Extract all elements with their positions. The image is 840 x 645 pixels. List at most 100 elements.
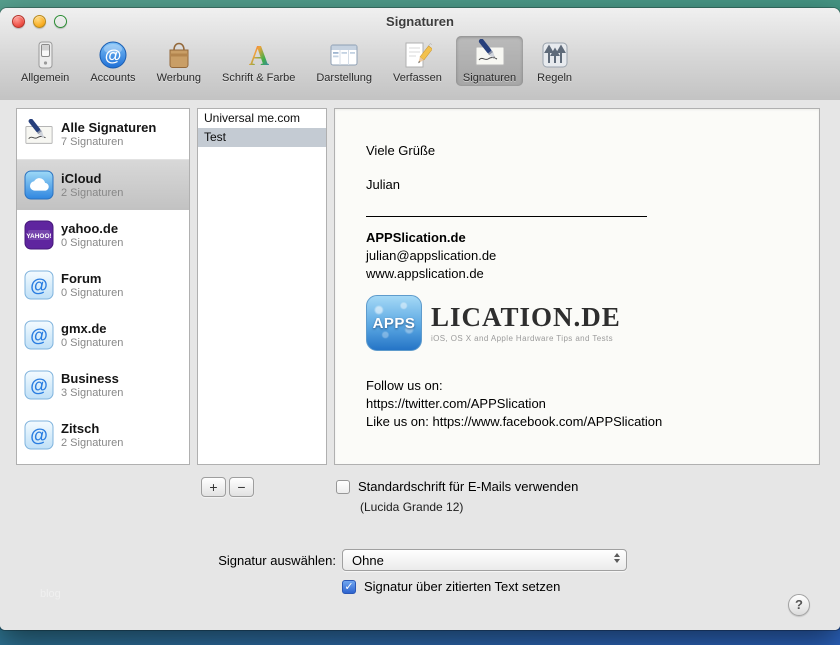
zoom-button[interactable]	[54, 15, 67, 28]
default-font-checkbox[interactable]	[336, 480, 350, 494]
viewer-window-icon	[328, 39, 360, 71]
toolbar-item-darstellung[interactable]: Darstellung	[309, 36, 379, 86]
account-count: 0 Signaturen	[61, 337, 123, 350]
account-name: yahoo.de	[61, 221, 123, 237]
signatures-list: Universal me.com Test	[197, 108, 327, 465]
quote-checkbox-label: Signatur über zitierten Text setzen	[364, 579, 560, 594]
toolbar-item-label: Werbung	[157, 72, 201, 84]
window-controls	[12, 15, 67, 28]
preview-name: Julian	[366, 176, 801, 194]
preview-follow: Follow us on:	[366, 377, 801, 395]
toolbar-item-schrift-farbe[interactable]: A Schrift & Farbe	[215, 36, 302, 86]
at-account-icon: @	[24, 320, 54, 350]
window-title: Signaturen	[0, 8, 840, 35]
watermark-text: blog	[40, 588, 61, 600]
help-button[interactable]: ?	[788, 594, 810, 616]
svg-text:A: A	[249, 41, 270, 70]
toolbar-item-label: Regeln	[537, 72, 572, 84]
toolbar-item-label: Schrift & Farbe	[222, 72, 295, 84]
fonts-colors-icon: A	[243, 39, 275, 71]
accounts-at-icon: @	[97, 39, 129, 71]
quote-checkbox[interactable]: ✓	[342, 580, 356, 594]
signature-divider	[366, 216, 647, 217]
general-switch-icon	[29, 39, 61, 71]
toolbar-item-allgemein[interactable]: Allgemein	[14, 36, 76, 86]
account-count: 2 Signaturen	[61, 187, 123, 200]
all-signatures-pen-icon	[24, 119, 54, 149]
preview-greeting: Viele Grüße	[366, 142, 801, 160]
at-account-icon: @	[24, 370, 54, 400]
toolbar-item-label: Accounts	[90, 72, 135, 84]
appslication-logo: APPS LICATION.DE iOS, OS X and Apple Har…	[366, 295, 801, 351]
toolbar-item-werbung[interactable]: Werbung	[150, 36, 208, 86]
toolbar-item-verfassen[interactable]: Verfassen	[386, 36, 449, 86]
svg-text:@: @	[30, 376, 48, 396]
yahoo-icon: YAHOO!	[24, 220, 54, 250]
toolbar-item-regeln[interactable]: Regeln	[530, 36, 579, 86]
account-name: iCloud	[61, 171, 123, 187]
account-name: Zitsch	[61, 421, 123, 437]
junk-bag-icon	[163, 39, 195, 71]
account-row-zitsch[interactable]: @ Zitsch 2 Signaturen	[17, 410, 189, 460]
rules-icon	[539, 39, 571, 71]
mail-preferences-window: Signaturen Allgemein	[0, 8, 840, 630]
window-chrome: Signaturen Allgemein	[0, 8, 840, 101]
remove-signature-button[interactable]: −	[229, 477, 254, 497]
preferences-content: Alle Signaturen 7 Signaturen iCloud 2 Si…	[0, 100, 840, 630]
toolbar-item-label: Darstellung	[316, 72, 372, 84]
signature-pen-icon	[474, 39, 506, 71]
account-count: 7 Signaturen	[61, 136, 156, 149]
signature-item-test[interactable]: Test	[198, 128, 326, 147]
toolbar-item-label: Verfassen	[393, 72, 442, 84]
logo-wordmark: LICATION.DE	[431, 303, 621, 331]
preview-company: APPSlication.de	[366, 229, 801, 247]
icloud-icon	[24, 170, 54, 200]
logo-tagline: iOS, OS X and Apple Hardware Tips and Te…	[431, 334, 621, 343]
minimize-button[interactable]	[33, 15, 46, 28]
svg-text:YAHOO!: YAHOO!	[26, 233, 51, 240]
account-row-business[interactable]: @ Business 3 Signaturen	[17, 360, 189, 410]
account-count: 0 Signaturen	[61, 237, 123, 250]
account-count: 0 Signaturen	[61, 287, 123, 300]
toolbar-item-label: Allgemein	[21, 72, 69, 84]
add-signature-button[interactable]: +	[201, 477, 226, 497]
close-button[interactable]	[12, 15, 25, 28]
account-row-alle-signaturen[interactable]: Alle Signaturen 7 Signaturen	[17, 109, 189, 160]
account-row-icloud[interactable]: iCloud 2 Signaturen	[17, 160, 189, 210]
preview-facebook-link: Like us on: https://www.facebook.com/APP…	[366, 413, 801, 431]
svg-text:@: @	[30, 426, 48, 446]
compose-pencil-icon	[401, 39, 433, 71]
dropdown-value: Ohne	[352, 553, 384, 568]
svg-text:@: @	[30, 326, 48, 346]
accounts-list: Alle Signaturen 7 Signaturen iCloud 2 Si…	[16, 108, 190, 465]
default-font-checkbox-row[interactable]: Standardschrift für E-Mails verwenden	[336, 479, 578, 494]
account-name: Business	[61, 371, 123, 387]
account-row-gmx[interactable]: @ gmx.de 0 Signaturen	[17, 310, 189, 360]
account-name: Alle Signaturen	[61, 120, 156, 136]
dropdown-arrows-icon	[614, 553, 620, 563]
account-row-forum[interactable]: @ Forum 0 Signaturen	[17, 260, 189, 310]
account-row-yahoo[interactable]: YAHOO! yahoo.de 0 Signaturen	[17, 210, 189, 260]
titlebar[interactable]: Signaturen	[0, 8, 840, 34]
toolbar-item-accounts[interactable]: @ Accounts	[83, 36, 142, 86]
preview-email: julian@appslication.de	[366, 247, 801, 265]
signature-item-universal[interactable]: Universal me.com	[198, 109, 326, 128]
default-font-label: Standardschrift für E-Mails verwenden	[358, 479, 578, 494]
toolbar-item-signaturen[interactable]: Signaturen	[456, 36, 523, 86]
account-count: 2 Signaturen	[61, 437, 123, 450]
preview-website: www.appslication.de	[366, 265, 801, 283]
choose-signature-dropdown[interactable]: Ohne	[342, 549, 627, 571]
choose-signature-label: Signatur auswählen:	[100, 553, 336, 568]
quote-checkbox-row[interactable]: ✓ Signatur über zitierten Text setzen	[342, 579, 560, 594]
appslication-logo-icon: APPS	[366, 295, 422, 351]
default-font-detail: (Lucida Grande 12)	[360, 500, 463, 514]
at-account-icon: @	[24, 420, 54, 450]
account-name: Forum	[61, 271, 123, 287]
preferences-toolbar: Allgemein @ Accounts	[0, 34, 840, 86]
toolbar-item-label: Signaturen	[463, 72, 516, 84]
svg-text:@: @	[105, 46, 122, 65]
signature-preview: Viele Grüße Julian APPSlication.de julia…	[334, 108, 820, 465]
at-account-icon: @	[24, 270, 54, 300]
svg-text:@: @	[30, 276, 48, 296]
account-name: gmx.de	[61, 321, 123, 337]
